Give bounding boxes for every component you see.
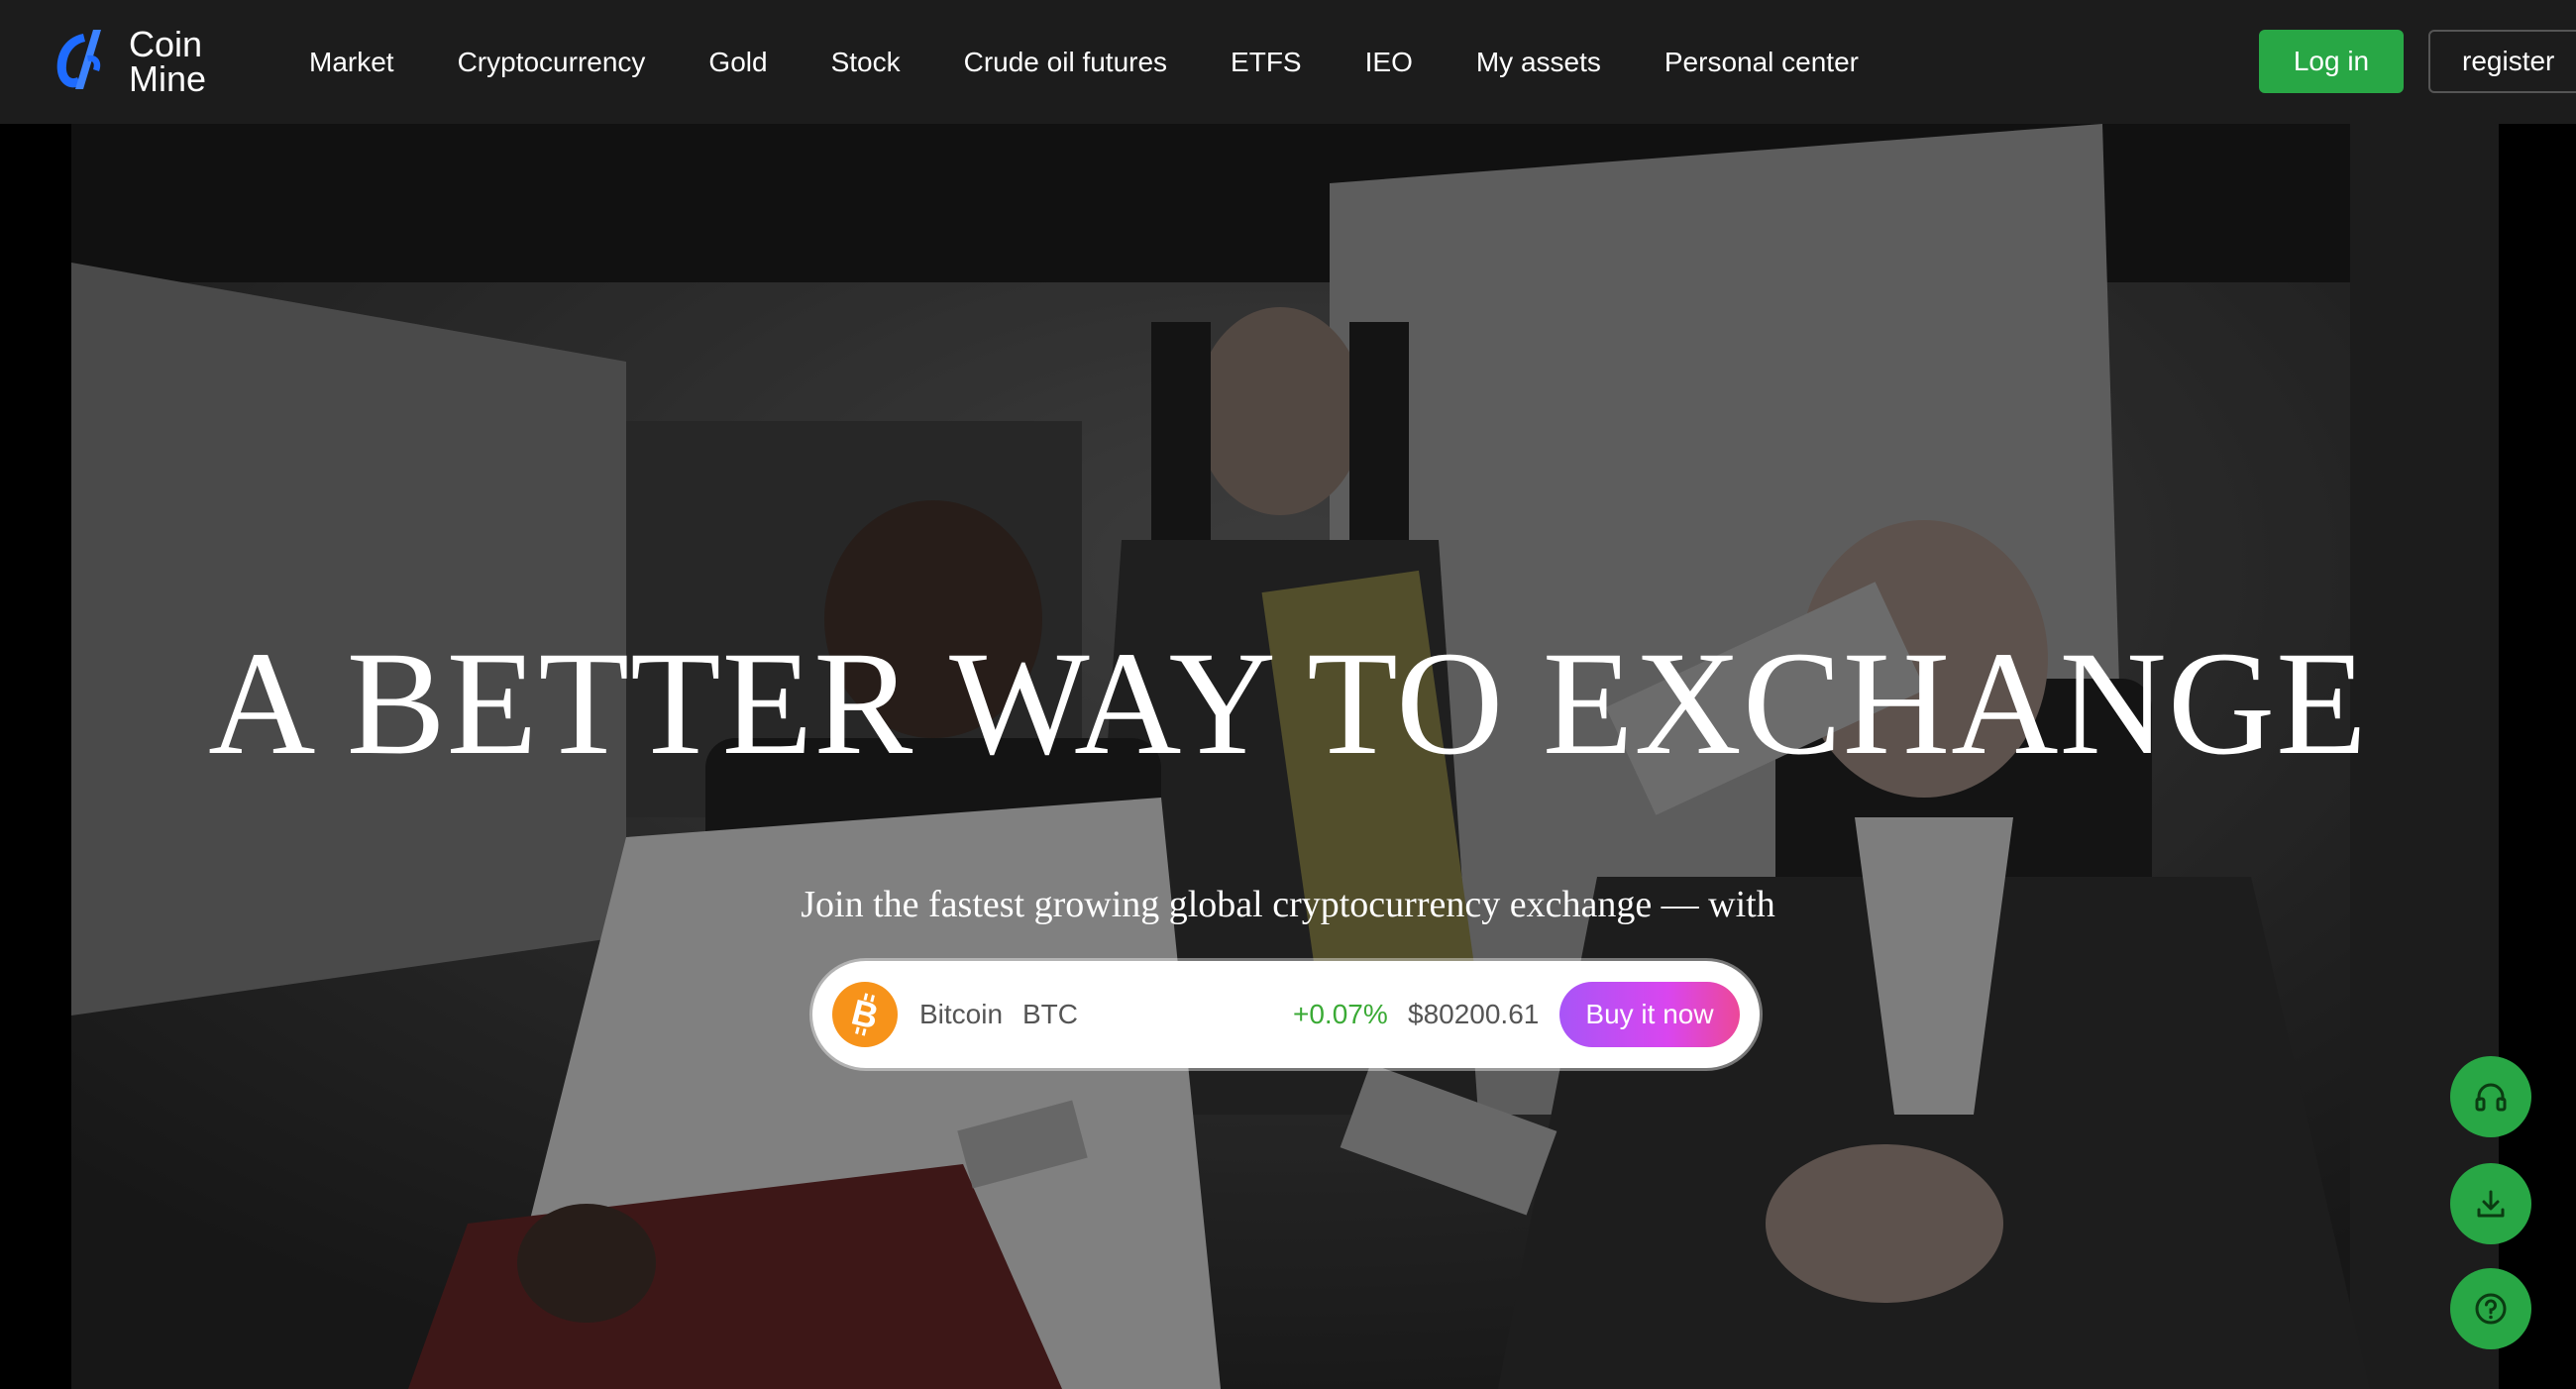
logo-line-2: Mine	[129, 58, 207, 99]
coin-symbol: BTC	[1022, 999, 1078, 1029]
coin-change-percent: +0.07%	[1293, 999, 1388, 1029]
logo-text: Coin Mine	[129, 24, 207, 99]
nav-ieo[interactable]: IEO	[1365, 47, 1413, 78]
register-button[interactable]: register	[2428, 30, 2576, 93]
hero-title: A BETTER WAY TO EXCHANGE	[208, 621, 2368, 786]
main-nav: Market Cryptocurrency Gold Stock Crude o…	[309, 0, 1922, 124]
nav-cryptocurrency[interactable]: Cryptocurrency	[458, 47, 646, 78]
login-button[interactable]: Log in	[2259, 30, 2404, 93]
top-navbar: Coin Mine Market Cryptocurrency Gold Sto…	[0, 0, 2576, 124]
nav-etfs[interactable]: ETFS	[1231, 47, 1302, 78]
help-button[interactable]	[2450, 1268, 2531, 1349]
coin-price: $80200.61	[1408, 999, 1540, 1029]
coin-name: Bitcoin	[919, 999, 1004, 1029]
nav-personal-center[interactable]: Personal center	[1664, 47, 1859, 78]
download-icon	[2477, 1190, 2505, 1218]
crypto-ticker-card: B Bitcoin BTC +0.07% $80200.61 Buy it no…	[812, 961, 1760, 1068]
nav-gold[interactable]: Gold	[708, 47, 767, 78]
headset-icon	[2475, 1083, 2507, 1112]
nav-my-assets[interactable]: My assets	[1476, 47, 1601, 78]
logo-line-1: Coin	[129, 24, 203, 64]
coinmine-logo-icon	[56, 30, 101, 89]
download-button[interactable]	[2450, 1163, 2531, 1244]
nav-stock[interactable]: Stock	[831, 47, 901, 78]
support-button[interactable]	[2450, 1056, 2531, 1137]
help-icon	[2475, 1293, 2507, 1325]
nav-crude-oil-futures[interactable]: Crude oil futures	[964, 47, 1167, 78]
buy-now-button[interactable]: Buy it now	[1559, 982, 1740, 1047]
logo[interactable]: Coin Mine	[54, 24, 206, 99]
hero-section: A BETTER WAY TO EXCHANGE Join the fastes…	[0, 124, 2576, 1389]
bitcoin-icon: B	[832, 982, 898, 1047]
nav-market[interactable]: Market	[309, 47, 394, 78]
